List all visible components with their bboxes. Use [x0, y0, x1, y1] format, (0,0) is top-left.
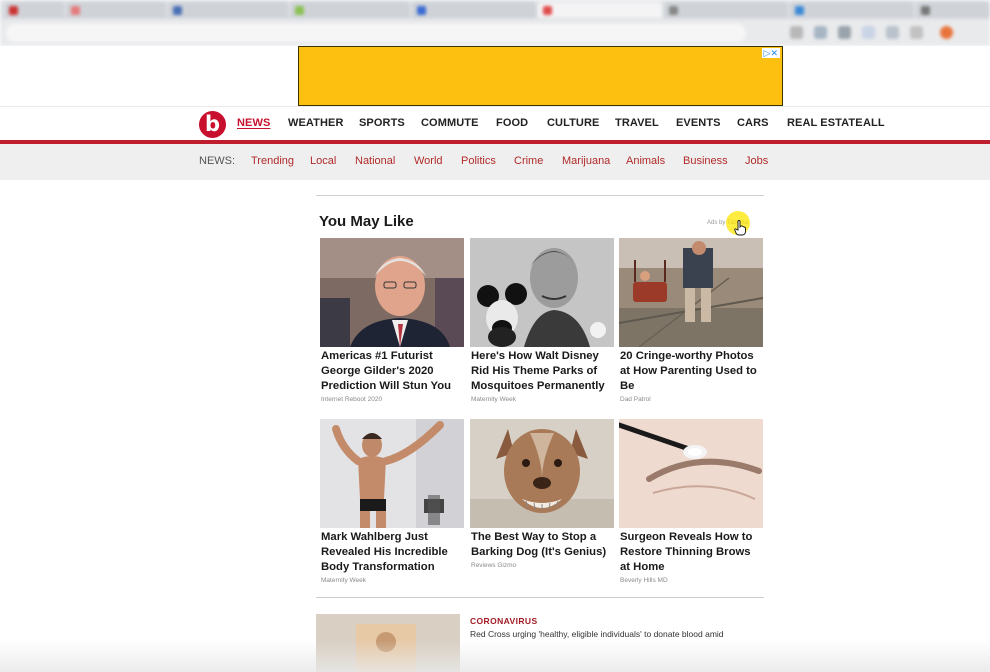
- ad-banner[interactable]: ▷✕: [298, 46, 783, 106]
- card-source: Maternity Week: [321, 577, 367, 584]
- sub-nav-jobs[interactable]: Jobs: [745, 155, 768, 167]
- divider: [316, 195, 764, 196]
- browser-tab-strip: [0, 0, 990, 20]
- page-content: You May Like Ads by Taboola Americas #1 …: [0, 180, 990, 672]
- story-category[interactable]: CORONAVIRUS: [470, 616, 538, 626]
- card-source: Maternity Week: [471, 396, 517, 403]
- extension-icon[interactable]: [790, 26, 803, 39]
- card-thumbnail[interactable]: [470, 419, 614, 528]
- sub-nav-business[interactable]: Business: [683, 155, 728, 167]
- card-title[interactable]: The Best Way to Stop a Barking Dog (It's…: [471, 530, 614, 560]
- sub-nav: NEWS: Trending Local National World Poli…: [0, 144, 990, 180]
- ad-choices-icon[interactable]: ▷✕: [761, 48, 780, 58]
- sub-nav-world[interactable]: World: [414, 155, 443, 167]
- top-ad-area: ▷✕: [0, 46, 990, 106]
- browser-tab[interactable]: [916, 2, 990, 18]
- browser-tab[interactable]: [412, 2, 536, 18]
- card-source: Beverly Hills MD: [620, 577, 668, 584]
- sub-nav-animals[interactable]: Animals: [626, 155, 665, 167]
- extension-icon[interactable]: [886, 26, 899, 39]
- nav-real-estate[interactable]: REAL ESTATE: [787, 117, 863, 129]
- profile-avatar-icon[interactable]: [940, 26, 953, 39]
- card-source: Reviews Gizmo: [471, 562, 517, 569]
- nav-weather[interactable]: WEATHER: [288, 117, 344, 129]
- site-logo[interactable]: b: [199, 111, 226, 138]
- sub-nav-marijuana[interactable]: Marijuana: [562, 155, 610, 167]
- card-title[interactable]: Surgeon Reveals How to Restore Thinning …: [620, 530, 763, 574]
- nav-culture[interactable]: CULTURE: [547, 117, 599, 129]
- nav-sports[interactable]: SPORTS: [359, 117, 405, 129]
- browser-tab[interactable]: [290, 2, 410, 18]
- card-source: Dad Patrol: [620, 396, 651, 403]
- story-thumbnail[interactable]: [316, 614, 460, 672]
- sub-nav-label: NEWS:: [199, 155, 236, 167]
- hand-cursor-icon: [734, 220, 746, 241]
- sub-nav-national[interactable]: National: [355, 155, 395, 167]
- extension-icon[interactable]: [862, 26, 875, 39]
- sub-nav-trending[interactable]: Trending: [251, 155, 294, 167]
- browser-tab[interactable]: [66, 2, 166, 18]
- extension-icon[interactable]: [814, 26, 827, 39]
- card-thumbnail[interactable]: [320, 419, 464, 528]
- browser-tab[interactable]: [790, 2, 914, 18]
- browser-chrome: [0, 0, 990, 46]
- sub-nav-local[interactable]: Local: [310, 155, 336, 167]
- nav-all[interactable]: ALL: [863, 117, 885, 129]
- nav-news[interactable]: NEWS: [237, 117, 270, 129]
- browser-tab[interactable]: [4, 2, 64, 18]
- card-thumbnail[interactable]: [619, 419, 763, 528]
- divider: [316, 597, 764, 598]
- browser-tab[interactable]: [664, 2, 788, 18]
- extension-icon[interactable]: [910, 26, 923, 39]
- main-nav: b NEWS WEATHER SPORTS COMMUTE FOOD CULTU…: [0, 106, 990, 142]
- card-title[interactable]: Americas #1 Futurist George Gilder's 202…: [321, 349, 464, 393]
- card-thumbnail[interactable]: [470, 238, 614, 347]
- card-title[interactable]: 20 Cringe-worthy Photos at How Parenting…: [620, 349, 763, 393]
- extension-icon[interactable]: [838, 26, 851, 39]
- address-bar[interactable]: [6, 24, 746, 42]
- card-thumbnail[interactable]: [320, 238, 464, 347]
- sub-nav-crime[interactable]: Crime: [514, 155, 543, 167]
- nav-cars[interactable]: CARS: [737, 117, 769, 129]
- card-source: Internet Reboot 2020: [321, 396, 383, 403]
- card-thumbnail[interactable]: [619, 238, 763, 347]
- browser-tab[interactable]: [168, 2, 288, 18]
- story-headline[interactable]: Red Cross urging 'healthy, eligible indi…: [470, 629, 770, 639]
- nav-food[interactable]: FOOD: [496, 117, 528, 129]
- browser-tab-active[interactable]: [538, 2, 662, 18]
- sub-nav-politics[interactable]: Politics: [461, 155, 496, 167]
- nav-commute[interactable]: COMMUTE: [421, 117, 479, 129]
- card-title[interactable]: Here's How Walt Disney Rid His Theme Par…: [471, 349, 614, 393]
- nav-events[interactable]: EVENTS: [676, 117, 721, 129]
- nav-travel[interactable]: TRAVEL: [615, 117, 659, 129]
- card-title[interactable]: Mark Wahlberg Just Revealed His Incredib…: [321, 530, 464, 574]
- you-may-like-heading: You May Like: [319, 213, 414, 230]
